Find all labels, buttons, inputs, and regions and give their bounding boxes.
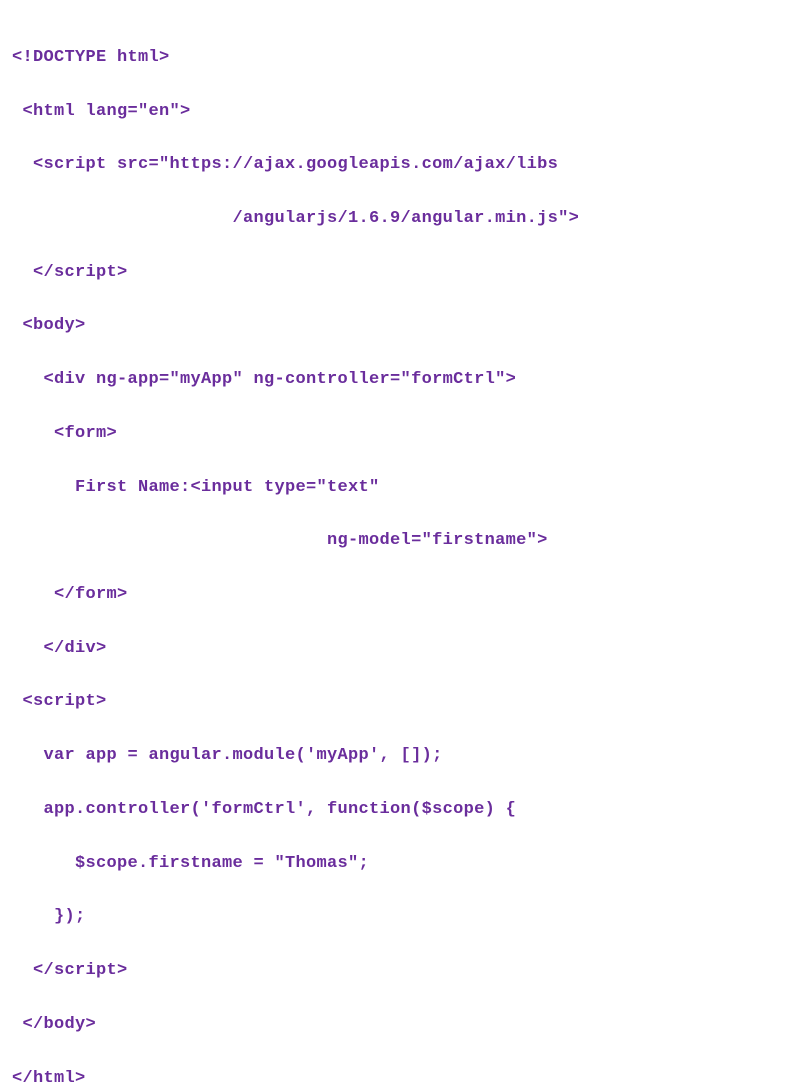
code-line: app.controller('formCtrl', function($sco… bbox=[12, 797, 788, 824]
code-line: </script> bbox=[12, 260, 788, 287]
code-line: </div> bbox=[12, 636, 788, 663]
code-block: <!DOCTYPE html> <html lang="en"> <script… bbox=[0, 0, 800, 546]
code-line: </form> bbox=[12, 582, 788, 609]
code-line: <html lang="en"> bbox=[12, 99, 788, 126]
code-line: <form> bbox=[12, 421, 788, 448]
code-line: </body> bbox=[12, 1012, 788, 1039]
code-line: ng-model="firstname"> bbox=[12, 528, 788, 555]
code-line: <body> bbox=[12, 313, 788, 340]
code-line: </html> bbox=[12, 1066, 788, 1092]
code-line: <!DOCTYPE html> bbox=[12, 45, 788, 72]
code-line: var app = angular.module('myApp', []); bbox=[12, 743, 788, 770]
code-line: <div ng-app="myApp" ng-controller="formC… bbox=[12, 367, 788, 394]
code-line: <script> bbox=[12, 689, 788, 716]
code-line: <script src="https://ajax.googleapis.com… bbox=[12, 152, 788, 179]
code-line: }); bbox=[12, 904, 788, 931]
code-line: /angularjs/1.6.9/angular.min.js"> bbox=[12, 206, 788, 233]
code-line: </script> bbox=[12, 958, 788, 985]
code-line: First Name:<input type="text" bbox=[12, 475, 788, 502]
code-line: $scope.firstname = "Thomas"; bbox=[12, 851, 788, 878]
